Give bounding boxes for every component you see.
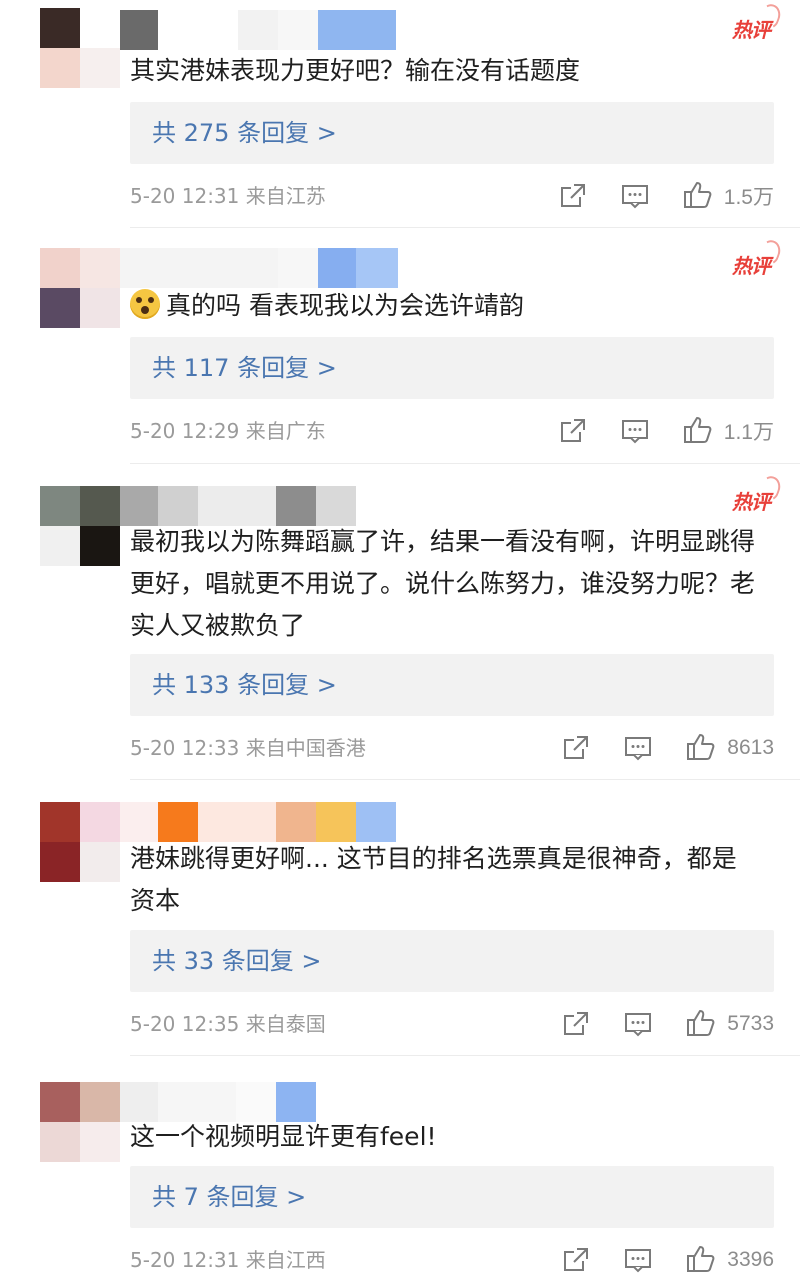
like-count: 1.5万 [723, 186, 774, 209]
comment-text: 这一个视频明显许更有feel! [130, 1122, 437, 1151]
replies-label: 共 7 条回复 > [152, 1183, 307, 1211]
thinking-face-emoji [130, 289, 160, 319]
comment-actions: 1.1万 [526, 416, 774, 446]
like-count: 5733 [727, 1012, 774, 1035]
comment-icon[interactable] [620, 181, 650, 211]
comment-text: 港妹跳得更好啊... 这节目的排名选票真是很神奇，都是资本 [130, 844, 737, 915]
comment-source: 来自广东 [245, 419, 326, 443]
comment-source: 来自中国香港 [245, 736, 366, 760]
comment-actions: 5733 [529, 1009, 774, 1039]
share-icon[interactable] [558, 416, 588, 446]
replies-button[interactable]: 共 275 条回复 > [130, 102, 774, 164]
hot-comment-badge: 热评 [732, 1, 784, 43]
thumbs-up-icon [685, 731, 717, 765]
comment-text: 真的吗 看表现我以为会选许靖韵 [130, 285, 760, 327]
comment-icon[interactable] [623, 733, 653, 763]
like-button[interactable]: 1.1万 [682, 414, 774, 448]
avatar[interactable] [40, 248, 120, 328]
comment-icon[interactable] [623, 1245, 653, 1275]
comment-feed: 热评 其实港妹表现力更好吧？输在没有话题度 共 275 条回复 > 5-20 1… [0, 0, 800, 1280]
share-icon[interactable] [558, 181, 588, 211]
comment-icon[interactable] [623, 1009, 653, 1039]
comment-source: 来自江西 [245, 1248, 326, 1272]
hot-comment-badge: 热评 [732, 473, 784, 515]
comment-meta: 5-20 12:29 来自广东 [130, 416, 326, 446]
username-obscured[interactable] [120, 248, 400, 288]
avatar[interactable] [40, 1082, 120, 1162]
comment-source: 来自江苏 [245, 184, 326, 208]
comment-text-content: 真的吗 看表现我以为会选许靖韵 [166, 291, 524, 320]
comment-time: 5-20 12:29 [130, 419, 240, 443]
avatar[interactable] [40, 802, 120, 882]
comment-time: 5-20 12:31 [130, 1248, 240, 1272]
comment-meta: 5-20 12:35 来自泰国 [130, 1009, 326, 1039]
comment-item: 热评 真的吗 看表现我以为会选许靖韵 共 117 条回复 > 5-20 12:2… [0, 228, 800, 464]
comment-text: 最初我以为陈舞蹈赢了许，结果一看没有啊，许明显跳得更好，唱就更不用说了。说什么陈… [130, 527, 756, 640]
share-icon[interactable] [561, 1009, 591, 1039]
comment-item: 热评 其实港妹表现力更好吧？输在没有话题度 共 275 条回复 > 5-20 1… [0, 0, 800, 228]
like-button[interactable]: 5733 [685, 1007, 774, 1041]
avatar[interactable] [40, 486, 120, 566]
comment-item: 这一个视频明显许更有feel! 共 7 条回复 > 5-20 12:31 来自江… [0, 1056, 800, 1280]
thumbs-up-icon [685, 1007, 717, 1041]
username-obscured[interactable] [120, 10, 400, 50]
replies-button[interactable]: 共 117 条回复 > [130, 337, 774, 399]
comment-item: 热评 最初我以为陈舞蹈赢了许，结果一看没有啊，许明显跳得更好，唱就更不用说了。说… [0, 464, 800, 780]
replies-label: 共 117 条回复 > [152, 354, 337, 382]
comment-time: 5-20 12:35 [130, 1012, 240, 1036]
replies-label: 共 275 条回复 > [152, 119, 337, 147]
comment-actions: 1.5万 [526, 181, 774, 211]
thumbs-up-icon [682, 179, 714, 213]
comment-time: 5-20 12:31 [130, 184, 240, 208]
comment-actions: 8613 [529, 733, 774, 763]
share-icon[interactable] [561, 733, 591, 763]
comment-meta: 5-20 12:31 来自江西 [130, 1245, 326, 1275]
avatar[interactable] [40, 8, 120, 88]
comment-source: 来自泰国 [245, 1012, 326, 1036]
replies-label: 共 33 条回复 > [152, 947, 322, 975]
comment-actions: 3396 [529, 1245, 774, 1275]
like-button[interactable]: 1.5万 [682, 179, 774, 213]
comment-meta: 5-20 12:33 来自中国香港 [130, 733, 366, 763]
hot-comment-badge: 热评 [732, 237, 784, 279]
comment-text: 其实港妹表现力更好吧？输在没有话题度 [130, 56, 581, 85]
share-icon[interactable] [561, 1245, 591, 1275]
like-count: 8613 [727, 736, 774, 759]
thumbs-up-icon [685, 1243, 717, 1277]
replies-button[interactable]: 共 133 条回复 > [130, 654, 774, 716]
comment-time: 5-20 12:33 [130, 736, 240, 760]
username-obscured[interactable] [120, 802, 400, 842]
like-count: 3396 [727, 1248, 774, 1271]
replies-button[interactable]: 共 7 条回复 > [130, 1166, 774, 1228]
like-button[interactable]: 3396 [685, 1243, 774, 1277]
comment-meta: 5-20 12:31 来自江苏 [130, 181, 326, 211]
replies-label: 共 133 条回复 > [152, 671, 337, 699]
comment-item: 港妹跳得更好啊... 这节目的排名选票真是很神奇，都是资本 共 33 条回复 >… [0, 780, 800, 1056]
comment-icon[interactable] [620, 416, 650, 446]
replies-button[interactable]: 共 33 条回复 > [130, 930, 774, 992]
like-button[interactable]: 8613 [685, 731, 774, 765]
username-obscured[interactable] [120, 486, 400, 526]
thumbs-up-icon [682, 414, 714, 448]
like-count: 1.1万 [723, 421, 774, 444]
